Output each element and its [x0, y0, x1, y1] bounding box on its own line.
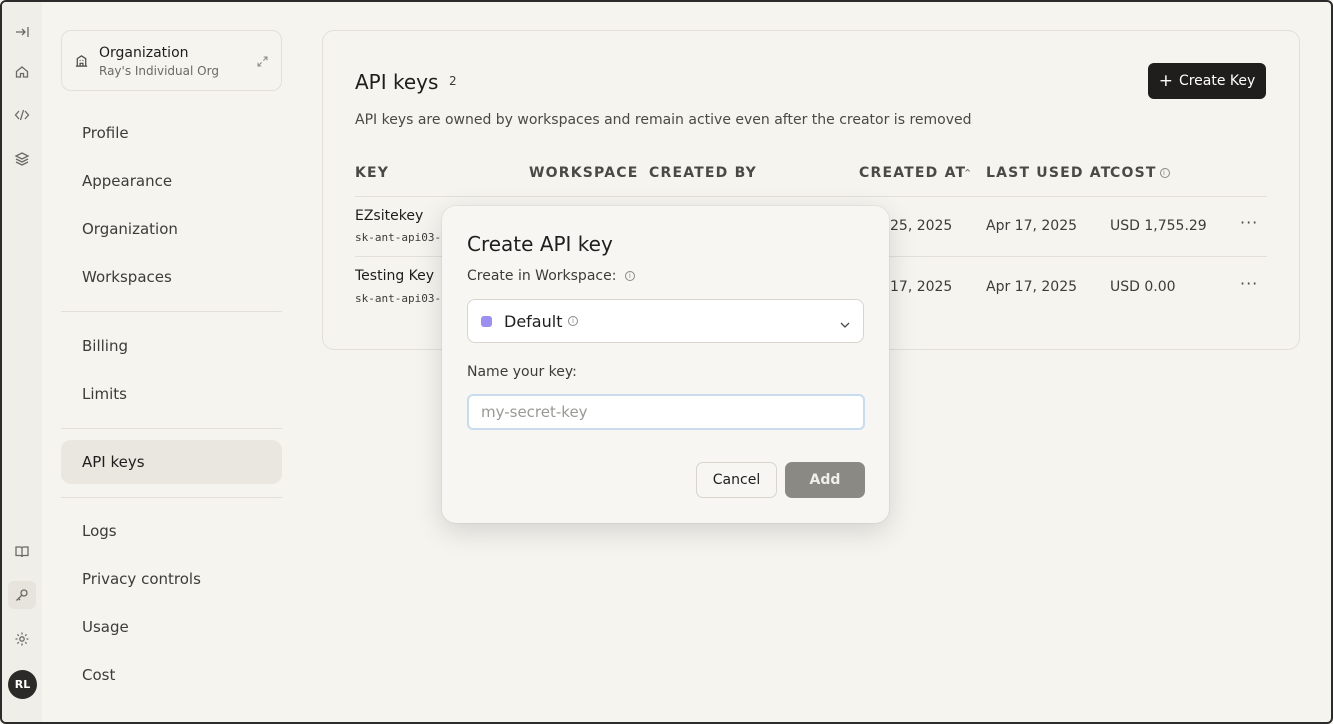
- page-description: API keys are owned by workspaces and rem…: [355, 112, 972, 128]
- workspace-field-label: Create in Workspace: i: [467, 268, 635, 284]
- workspace-field-label-text: Create in Workspace:: [467, 268, 617, 284]
- column-header-cost-label: COST: [1110, 165, 1157, 181]
- key-cost: USD 0.00: [1110, 279, 1176, 295]
- building-icon: [74, 53, 89, 72]
- key-last-used: Apr 17, 2025: [986, 218, 1078, 234]
- sidebar-item-privacy-controls[interactable]: Privacy controls: [61, 557, 282, 601]
- create-key-button[interactable]: + Create Key: [1148, 63, 1266, 99]
- sidebar-item-profile[interactable]: Profile: [61, 111, 282, 155]
- sidebar-item-api-keys[interactable]: API keys: [61, 440, 282, 484]
- sidebar-item-billing[interactable]: Billing: [61, 324, 282, 368]
- key-created-at: 25, 2025: [890, 218, 953, 234]
- key-name-field-label: Name your key:: [467, 364, 577, 380]
- page-title: API keys: [355, 70, 439, 94]
- settings-gear-icon[interactable]: [12, 629, 32, 649]
- sidebar-item-organization[interactable]: Organization: [61, 207, 282, 251]
- org-switcher-subtitle: Ray's Individual Org: [99, 64, 219, 78]
- icon-rail: RL: [2, 2, 42, 722]
- key-name: EZsitekey: [355, 208, 424, 224]
- key-cost: USD 1,755.29: [1110, 218, 1207, 234]
- key-name-input[interactable]: [467, 394, 865, 430]
- sidebar-item-usage[interactable]: Usage: [61, 605, 282, 649]
- sidebar-item-cost[interactable]: Cost: [61, 653, 282, 697]
- app-window: RL Organization Ray's Individual Org Pro…: [0, 0, 1333, 724]
- cancel-button[interactable]: Cancel: [696, 462, 777, 498]
- dialog-title: Create API key: [467, 232, 613, 256]
- more-options-icon[interactable]: ···: [1240, 213, 1258, 232]
- workspace-color-swatch: [481, 316, 492, 327]
- info-icon[interactable]: i: [1159, 168, 1170, 178]
- column-header-last-used-at[interactable]: LAST USED AT: [986, 165, 1111, 181]
- collapse-sidebar-icon[interactable]: [12, 22, 32, 42]
- chevron-down-icon: [839, 316, 851, 335]
- sidebar-item-logs[interactable]: Logs: [61, 509, 282, 553]
- key-count-badge: 2: [449, 74, 457, 88]
- key-prefix: sk-ant-api03-: [355, 292, 442, 305]
- column-header-key[interactable]: KEY: [355, 165, 389, 181]
- key-created-at: 17, 2025: [890, 279, 953, 295]
- sidebar-item-limits[interactable]: Limits: [61, 372, 282, 416]
- workspace-select[interactable]: Default i: [467, 299, 864, 343]
- org-switcher-title: Organization: [99, 45, 189, 61]
- add-button[interactable]: Add: [785, 462, 865, 498]
- sidebar-divider: [61, 497, 282, 498]
- column-header-created-at[interactable]: CREATED AT: [859, 165, 966, 181]
- sidebar-divider: [61, 311, 282, 312]
- column-header-workspace[interactable]: WORKSPACE: [529, 165, 639, 181]
- info-icon[interactable]: i: [568, 316, 578, 326]
- column-header-cost[interactable]: COST i: [1110, 165, 1170, 181]
- key-prefix: sk-ant-api03-: [355, 231, 442, 244]
- create-key-label: Create Key: [1178, 73, 1256, 89]
- layers-icon[interactable]: [12, 149, 32, 169]
- workspace-selected-value: Default: [504, 312, 563, 331]
- code-icon[interactable]: [12, 105, 32, 125]
- sidebar-item-appearance[interactable]: Appearance: [61, 159, 282, 203]
- table-divider: [355, 196, 1267, 197]
- key-name: Testing Key: [355, 268, 435, 284]
- book-icon[interactable]: [12, 542, 32, 562]
- more-options-icon[interactable]: ···: [1240, 274, 1258, 293]
- sidebar-item-workspaces[interactable]: Workspaces: [61, 255, 282, 299]
- user-avatar[interactable]: RL: [8, 670, 37, 699]
- key-icon[interactable]: [8, 581, 36, 609]
- sidebar-divider: [61, 428, 282, 429]
- expand-icon[interactable]: [256, 53, 269, 72]
- key-last-used: Apr 17, 2025: [986, 279, 1078, 295]
- plus-icon: +: [1158, 70, 1173, 91]
- create-api-key-dialog: Create API key Create in Workspace: i De…: [442, 206, 889, 523]
- home-icon[interactable]: [12, 62, 32, 82]
- organization-switcher[interactable]: Organization Ray's Individual Org: [61, 30, 282, 91]
- info-icon[interactable]: i: [624, 271, 635, 281]
- column-header-created-by[interactable]: CREATED BY: [649, 165, 757, 181]
- sort-ascending-icon[interactable]: ⌃: [963, 167, 972, 180]
